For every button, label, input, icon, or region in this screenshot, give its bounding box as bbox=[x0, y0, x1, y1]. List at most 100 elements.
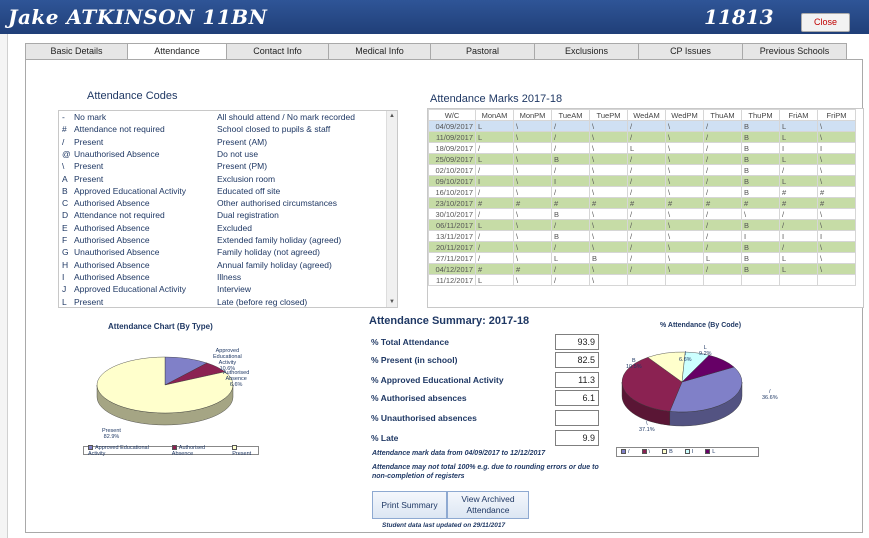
mark-cell: / bbox=[627, 186, 666, 198]
marks-row[interactable]: 16/10/2017/\ / \ / \ / B # # bbox=[428, 186, 856, 198]
student-name: Jake ATKINSON 11BN bbox=[8, 5, 268, 29]
marks-row[interactable]: 11/09/2017 L \ / \ / \ / B L \ bbox=[428, 131, 856, 143]
summary-value: 9.9 bbox=[555, 430, 599, 446]
mark-cell: L bbox=[779, 153, 818, 165]
marks-grid[interactable]: W/C MonAM MonPM TueAM TuePM WedAM WedPM ThuAM Th… bbox=[427, 108, 864, 308]
legend-item-back: \ bbox=[641, 449, 650, 455]
mark-cell: L bbox=[475, 131, 514, 143]
code-row[interactable]: \ Present Present (PM) bbox=[59, 161, 389, 173]
mark-cell: \ bbox=[817, 208, 856, 220]
code-row[interactable]: # Attendance not required School closed to… bbox=[59, 124, 389, 136]
code-description: School closed to pupils & staff bbox=[217, 124, 331, 135]
code-symbol: I bbox=[62, 271, 65, 282]
code-description: All should attend / No mark recorded bbox=[217, 112, 355, 122]
tab-cp-issues[interactable]: CP Issues bbox=[638, 43, 743, 59]
code-row[interactable]: @ Unauthorised Absence Do not use bbox=[59, 149, 389, 161]
code-row[interactable]: B Approved Educational Activity Educated o… bbox=[59, 186, 389, 198]
marks-row[interactable]: 04/09/2017 L \ / \ / \ / B L \ bbox=[428, 120, 856, 132]
marks-row[interactable]: 11/12/2017 L \ / \ bbox=[428, 274, 856, 286]
mark-cell: B bbox=[741, 131, 780, 143]
week-commencing-cell: 16/10/2017 bbox=[428, 186, 476, 198]
tab-exclusions[interactable]: Exclusions bbox=[534, 43, 639, 59]
mark-cell: # bbox=[627, 197, 666, 209]
mark-cell: / bbox=[475, 186, 514, 198]
code-row[interactable]: J Approved Educational Activity Interview bbox=[59, 284, 389, 296]
mark-cell: # bbox=[513, 197, 552, 209]
code-description: Present (PM) bbox=[217, 161, 268, 172]
marks-row[interactable]: 13/11/2017/\ B \ / \ / I I I bbox=[428, 230, 856, 242]
mark-cell bbox=[665, 274, 704, 286]
codes-list[interactable]: - No mark All should attend / No mark reco… bbox=[58, 110, 398, 308]
tab-previous-schools[interactable]: Previous Schools bbox=[742, 43, 847, 59]
marks-row[interactable]: 25/09/2017 L \ B \ / \ / B L \ bbox=[428, 153, 856, 165]
marks-row[interactable]: 09/10/2017 I \ I \ / \ / B L \ bbox=[428, 175, 856, 187]
mark-cell: I bbox=[817, 230, 856, 242]
code-row[interactable]: I Authorised Absence Illness bbox=[59, 272, 389, 284]
marks-row[interactable]: 20/11/2017/\ / \ / \ / B / \ bbox=[428, 241, 856, 253]
mark-cell: / bbox=[475, 230, 514, 242]
legend-item-l: L bbox=[705, 449, 715, 455]
mark-cell: / bbox=[703, 208, 742, 220]
marks-row[interactable]: 30/10/2017/\ B \ / \ / \ / \ bbox=[428, 208, 856, 220]
mark-cell: / bbox=[627, 175, 666, 187]
mark-cell: \ bbox=[817, 219, 856, 231]
mark-cell: \ bbox=[665, 164, 704, 176]
scroll-up-icon[interactable]: ▲ bbox=[389, 113, 395, 119]
marks-row[interactable]: 27/11/2017/\ L B / \ L B L \ bbox=[428, 252, 856, 264]
week-commencing-cell: 27/11/2017 bbox=[428, 252, 476, 264]
code-row[interactable]: C Authorised Absence Other authorised circ… bbox=[59, 198, 389, 210]
code-row[interactable]: E Authorised Absence Excluded bbox=[59, 223, 389, 235]
mark-cell: \ bbox=[589, 219, 628, 231]
mark-cell: B bbox=[741, 153, 780, 165]
close-button[interactable]: Close bbox=[801, 13, 850, 32]
marks-row[interactable]: 18/09/2017/\ / \ L \ / B I I bbox=[428, 142, 856, 154]
pie2-label-i: I 6.6% bbox=[679, 351, 692, 363]
mark-cell: # bbox=[817, 197, 856, 209]
tab-medical-info[interactable]: Medical Info bbox=[328, 43, 431, 59]
marks-row[interactable]: 04/12/2017 # # / \ / \ / B L \ bbox=[428, 263, 856, 275]
mark-cell: L bbox=[627, 142, 666, 154]
code-row[interactable]: D Attendance not required Dual registratio… bbox=[59, 210, 389, 222]
marks-row[interactable]: 23/10/2017 # # # # # # # # # # bbox=[428, 197, 856, 209]
code-row[interactable]: / Present Present (AM) bbox=[59, 137, 389, 149]
code-category: Approved Educational Activity bbox=[74, 284, 186, 295]
tab-attendance[interactable]: Attendance bbox=[127, 43, 227, 60]
week-commencing-cell: 11/09/2017 bbox=[428, 131, 476, 143]
week-commencing-cell: 13/11/2017 bbox=[428, 230, 476, 242]
summary-note-2: non-completion of registers bbox=[372, 473, 465, 480]
code-row[interactable]: - No mark All should attend / No mark reco… bbox=[59, 112, 389, 124]
marks-row[interactable]: 02/10/2017/\ / \ / \ / B / \ bbox=[428, 164, 856, 176]
tab-pastoral[interactable]: Pastoral bbox=[430, 43, 535, 59]
code-row[interactable]: G Unauthorised Absence Family holiday (not… bbox=[59, 247, 389, 259]
code-row[interactable]: H Authorised Absence Annual family holiday… bbox=[59, 260, 389, 272]
week-commencing-cell: 04/12/2017 bbox=[428, 263, 476, 275]
mark-cell: / bbox=[627, 252, 666, 264]
mark-cell: / bbox=[475, 142, 514, 154]
mark-cell: \ bbox=[817, 252, 856, 264]
tab-contact-info[interactable]: Contact Info bbox=[226, 43, 329, 59]
mark-cell: # bbox=[475, 263, 514, 275]
mark-cell: / bbox=[627, 263, 666, 275]
marks-column-header: FriPM bbox=[817, 109, 856, 121]
week-commencing-cell: 02/10/2017 bbox=[428, 164, 476, 176]
mark-cell: # bbox=[589, 197, 628, 209]
mark-cell: B bbox=[741, 219, 780, 231]
scroll-down-icon[interactable]: ▼ bbox=[389, 299, 395, 305]
code-row[interactable]: F Authorised Absence Extended family holid… bbox=[59, 235, 389, 247]
code-row[interactable]: L Present Late (before reg closed) bbox=[59, 297, 389, 308]
code-description: Excluded bbox=[217, 222, 252, 233]
code-row[interactable]: A Present Exclusion room bbox=[59, 174, 389, 186]
mark-cell: \ bbox=[513, 120, 552, 132]
print-summary-button[interactable]: Print Summary bbox=[372, 491, 447, 519]
marks-row[interactable]: 06/11/2017 L \ / \ / \ / B / \ bbox=[428, 219, 856, 231]
view-archived-attendance-button[interactable]: View Archived Attendance bbox=[447, 491, 529, 519]
mark-cell: # bbox=[779, 186, 818, 198]
mark-cell: / bbox=[703, 241, 742, 253]
codes-scrollbar[interactable]: ▲ ▼ bbox=[386, 111, 397, 307]
mark-cell: / bbox=[551, 164, 590, 176]
mark-cell: / bbox=[703, 230, 742, 242]
tab-basic-details[interactable]: Basic Details bbox=[25, 43, 128, 59]
marks-column-header: MonPM bbox=[513, 109, 552, 121]
mark-cell: B bbox=[551, 230, 590, 242]
mark-cell: / bbox=[703, 142, 742, 154]
